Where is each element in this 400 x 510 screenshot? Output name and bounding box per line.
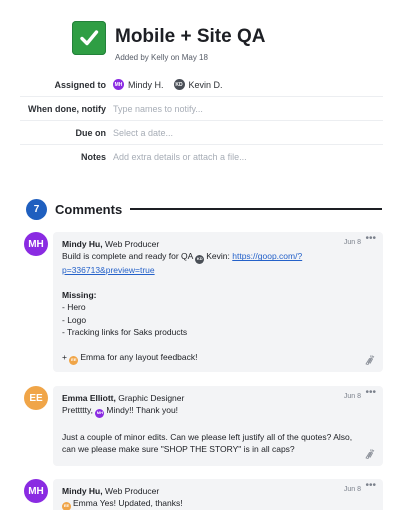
task-complete-checkbox[interactable] — [72, 21, 106, 55]
comment-text: EE Emma Yes! Updated, thanks! — [62, 497, 374, 510]
comment-text: Build is complete and ready for QA KD Kev… — [62, 250, 374, 265]
mention-avatar: KD — [195, 255, 205, 265]
comment-text-part: Mindy!! Thank you! — [106, 405, 179, 416]
comment-role: Web Producer — [102, 486, 160, 496]
missing-item: - Hero — [62, 302, 86, 313]
due-on-row: Due on Select a date... — [20, 121, 383, 145]
comment-author-line: Emma Elliott, Graphic Designer — [62, 392, 374, 404]
missing-heading: Missing: — [62, 289, 97, 300]
comment-text: Prettttty, MH Mindy!! Thank you! — [62, 404, 374, 419]
assignee-kevin[interactable]: KD Kevin D. — [173, 79, 223, 90]
avatar: MH — [113, 79, 124, 90]
assignee-mindy[interactable]: MH Mindy H. — [113, 79, 164, 90]
comment-date: Jun 8 — [343, 239, 361, 246]
due-date-input[interactable]: Select a date... — [113, 128, 173, 138]
comment-text: + EE Emma for any layout feedback! — [62, 351, 374, 365]
comment-date: Jun 8 — [343, 393, 361, 400]
comment-author[interactable]: Mindy Hu, — [62, 239, 103, 249]
task-title: Mobile + Site QA — [115, 26, 266, 47]
comments-title: Comments — [55, 201, 123, 217]
missing-item: - Logo — [62, 314, 87, 325]
comment-text-part: Emma for any layout feedback! — [80, 351, 198, 362]
comment-text-part: Build is complete and ready for QA — [62, 251, 196, 262]
comment-author-line: Mindy Hu, Web Producer — [62, 238, 374, 250]
comment: EE Emma Elliott, Graphic Designer Prettt… — [24, 386, 383, 466]
assignees[interactable]: MH Mindy H. KD Kevin D. — [113, 79, 233, 90]
notes-input[interactable]: Add extra details or attach a file... — [113, 152, 247, 162]
avatar: KD — [173, 79, 185, 90]
comment-link[interactable]: p=336713&preview=true — [62, 265, 155, 275]
comment-text-part: Emma Yes! Updated, thanks! — [73, 498, 183, 509]
more-options-icon[interactable]: ••• — [365, 233, 376, 245]
mention-avatar: MH — [95, 409, 105, 419]
mention-kevin[interactable]: Kevin: — [206, 251, 232, 261]
avatar[interactable]: MH — [24, 232, 48, 256]
task-fields: Assigned to MH Mindy H. KD Kevin D. When… — [20, 73, 383, 169]
comment-count-badge: 7 — [26, 198, 47, 220]
when-done-label: When done, notify — [28, 103, 106, 114]
comment-role: Web Producer — [102, 239, 160, 249]
checkmark-icon — [80, 30, 99, 46]
mention-avatar: EE — [69, 355, 79, 365]
comment-bubble: Emma Elliott, Graphic Designer Prettttty… — [53, 386, 383, 466]
avatar[interactable]: EE — [24, 386, 48, 410]
applause-icon[interactable] — [363, 354, 375, 366]
comment-author[interactable]: Emma Elliott, — [62, 393, 116, 403]
more-options-icon[interactable]: ••• — [365, 480, 376, 492]
comment-author[interactable]: Mindy Hu, — [62, 486, 103, 496]
comments-header: 7 Comments — [26, 198, 382, 220]
assigned-to-row: Assigned to MH Mindy H. KD Kevin D. — [20, 73, 383, 97]
comment-link[interactable]: https://goop.com/? — [232, 251, 302, 261]
due-on-label: Due on — [75, 127, 107, 138]
assignee-name: Kevin D. — [188, 79, 223, 90]
avatar[interactable]: MH — [24, 479, 48, 503]
missing-item: - Tracking links for Saks products — [62, 327, 188, 338]
when-done-row: When done, notify Type names to notify..… — [20, 97, 383, 121]
notify-input[interactable]: Type names to notify... — [113, 104, 203, 114]
comment-role: Graphic Designer — [115, 393, 185, 403]
divider — [130, 208, 382, 210]
assignee-name: Mindy H. — [128, 79, 164, 90]
comment-text-part: + — [62, 351, 70, 362]
comment: MH Mindy Hu, Web Producer EE Emma Yes! Up… — [24, 479, 383, 510]
more-options-icon[interactable]: ••• — [365, 387, 376, 399]
notes-row: Notes Add extra details or attach a file… — [20, 145, 383, 169]
comment-date: Jun 8 — [343, 486, 361, 493]
added-by-text: Added by Kelly on May 18 — [115, 53, 208, 62]
comment-author-line: Mindy Hu, Web Producer — [62, 485, 374, 497]
comment-text: Just a couple of minor edits. Can we ple… — [62, 431, 353, 442]
comment-text: p=336713&preview=true — [62, 264, 374, 276]
assigned-to-label: Assigned to — [54, 79, 106, 90]
comment-bubble: Mindy Hu, Web Producer EE Emma Yes! Updat… — [53, 479, 383, 510]
applause-icon[interactable] — [363, 448, 375, 460]
comment: MH Mindy Hu, Web Producer Build is compl… — [24, 232, 383, 372]
comment-bubble: Mindy Hu, Web Producer Build is complete… — [53, 232, 383, 372]
notes-label: Notes — [80, 152, 106, 162]
mention-avatar: EE — [62, 502, 71, 510]
comment-text-part: Prettttty, — [62, 405, 96, 416]
comment-text: can we please make sure "SHOP THE STORY"… — [62, 443, 295, 454]
